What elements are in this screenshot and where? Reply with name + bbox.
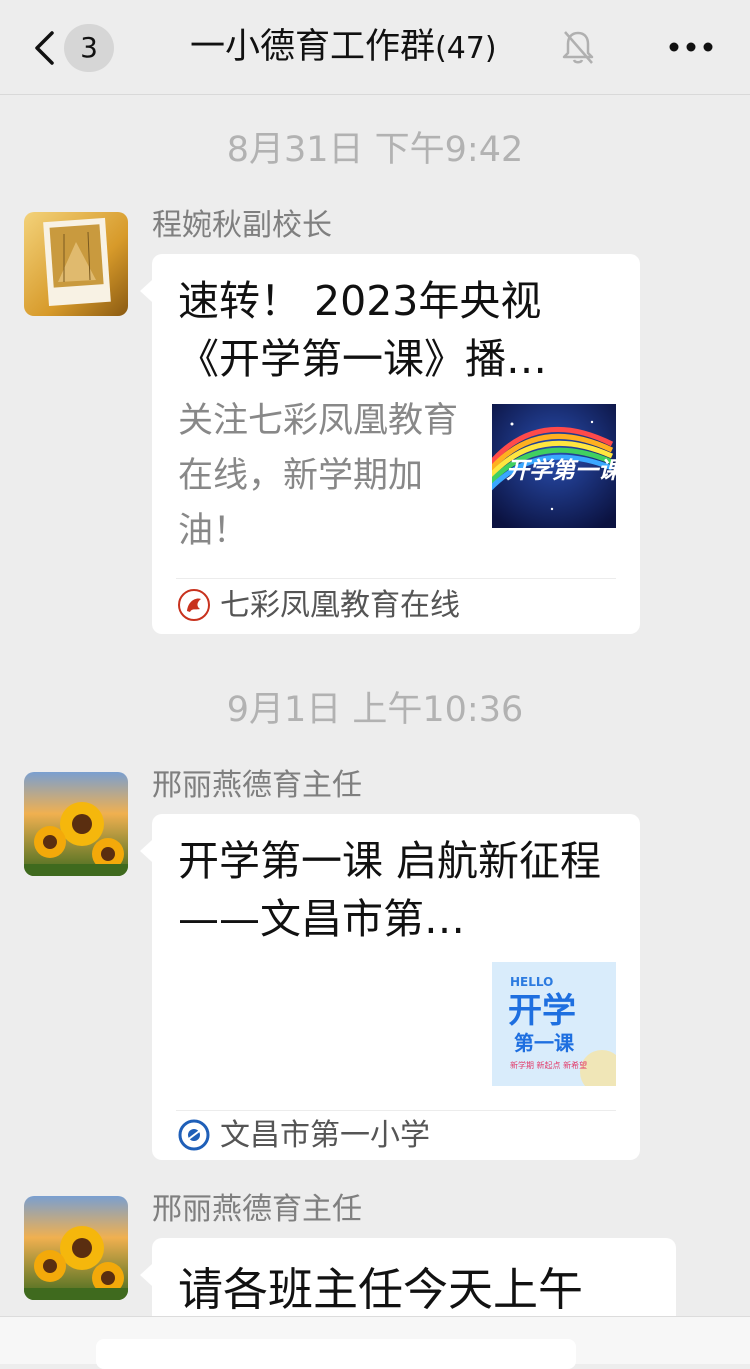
card-source: 文昌市第一小学 [178,1116,430,1156]
rainbow-thumbnail: 开学第一课 [492,404,616,528]
card-title: 开学第一课 启航新征程——文昌市第… [178,837,602,943]
chat-header: 3 一小德育工作群(47) [0,0,750,95]
sunflower-avatar [24,772,128,876]
school-logo-icon [178,1119,210,1151]
message-timestamp: 8月31日 下午9:42 [226,130,524,170]
member-count: (47) [435,31,497,66]
link-card[interactable]: 速转！ 2023年央视《开学第一课》播… 关注七彩凤凰教育在线，新学期加油！ 开… [140,254,640,634]
message-timestamp: 9月1日 上午10:36 [226,690,524,730]
bell-muted-icon [562,31,594,64]
sender-name: 邢丽燕德育主任 [152,1192,362,1227]
card-source: 七彩凤凰教育在线 [178,586,460,626]
ellipsis-icon[interactable] [668,34,714,60]
avatar[interactable] [24,1196,128,1300]
thumb-sub: 第一课 [514,1031,575,1055]
card-title: 速转！ 2023年央视《开学第一课》播… [178,277,547,383]
chat-title: 一小德育工作群(47) [190,22,560,72]
card-thumbnail: 开学第一课 [492,404,616,528]
thumbnail-text: 开学第一课 [506,457,616,484]
avatar[interactable] [24,212,128,316]
source-name: 七彩凤凰教育在线 [220,588,460,623]
card-divider [176,1110,616,1111]
sender-name: 程婉秋副校长 [152,208,332,243]
avatar[interactable] [24,772,128,876]
unread-count-badge[interactable]: 3 [64,24,114,72]
link-card[interactable]: 开学第一课 启航新征程——文昌市第… HELLO 开学 第一课 新学期 新起点 … [140,814,640,1160]
card-divider [176,578,616,579]
avatar-photo [24,212,128,316]
sender-name: 邢丽燕德育主任 [152,768,362,803]
thumb-hello: HELLO [510,975,553,989]
card-description: 关注七彩凤凰教育在线，新学期加油！ [178,401,459,551]
input-bar [0,1316,750,1369]
thumb-main: 开学 [508,991,576,1031]
chevron-left-icon[interactable] [32,30,56,66]
source-name: 文昌市第一小学 [220,1118,430,1153]
phoenix-seal-icon [178,589,210,621]
message-text: 请各班主任今天上午 [178,1263,584,1316]
card-thumbnail: HELLO 开学 第一课 新学期 新起点 新希望 [492,962,616,1086]
group-name: 一小德育工作群 [190,27,436,67]
sunflower-avatar [24,1196,128,1300]
back-to-school-thumbnail: HELLO 开学 第一课 新学期 新起点 新希望 [492,962,616,1086]
thumb-tag: 新学期 新起点 新希望 [510,1060,587,1070]
message-input[interactable] [96,1339,576,1369]
